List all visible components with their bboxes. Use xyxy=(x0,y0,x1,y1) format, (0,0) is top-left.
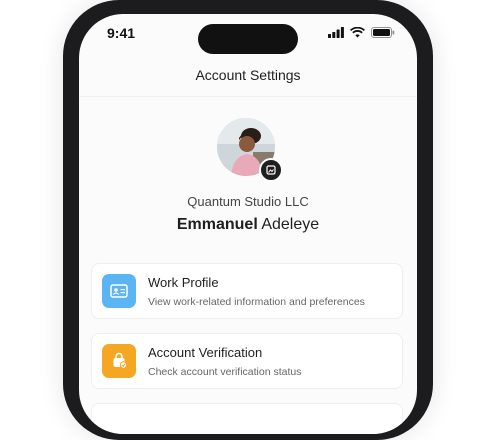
edit-photo-icon[interactable] xyxy=(259,158,283,182)
page-title: Account Settings xyxy=(195,67,301,83)
company-name: Quantum Studio LLC xyxy=(187,194,309,209)
user-last-name: Adeleye xyxy=(261,216,320,233)
account-verification-item[interactable]: Account Verification Check account verif… xyxy=(91,333,403,389)
work-profile-item[interactable]: Work Profile View work-related informati… xyxy=(91,263,403,319)
dynamic-island xyxy=(198,24,298,54)
nav-header: Account Settings xyxy=(79,54,417,97)
menu-item-subtitle: View work-related information and prefer… xyxy=(148,296,365,308)
battery-icon xyxy=(371,27,395,38)
signal-icon xyxy=(328,27,344,38)
menu-item-title: Work Profile xyxy=(148,275,219,290)
status-icons xyxy=(328,27,395,38)
user-name: Emmanuel Adeleye xyxy=(79,216,417,234)
status-time: 9:41 xyxy=(107,25,136,41)
user-first-name: Emmanuel xyxy=(176,216,258,233)
id-card-icon xyxy=(102,274,136,308)
phone-screen: 9:41 Account Settings Quantum Studio LLC… xyxy=(79,14,417,434)
status-bar: 9:41 xyxy=(79,14,417,54)
wifi-icon xyxy=(350,27,365,38)
verified-badge-icon xyxy=(102,344,136,378)
menu-item-title: Account Verification xyxy=(148,345,263,360)
menu-item-subtitle: Check account verification status xyxy=(148,366,302,378)
menu-item-partial[interactable] xyxy=(91,403,403,434)
